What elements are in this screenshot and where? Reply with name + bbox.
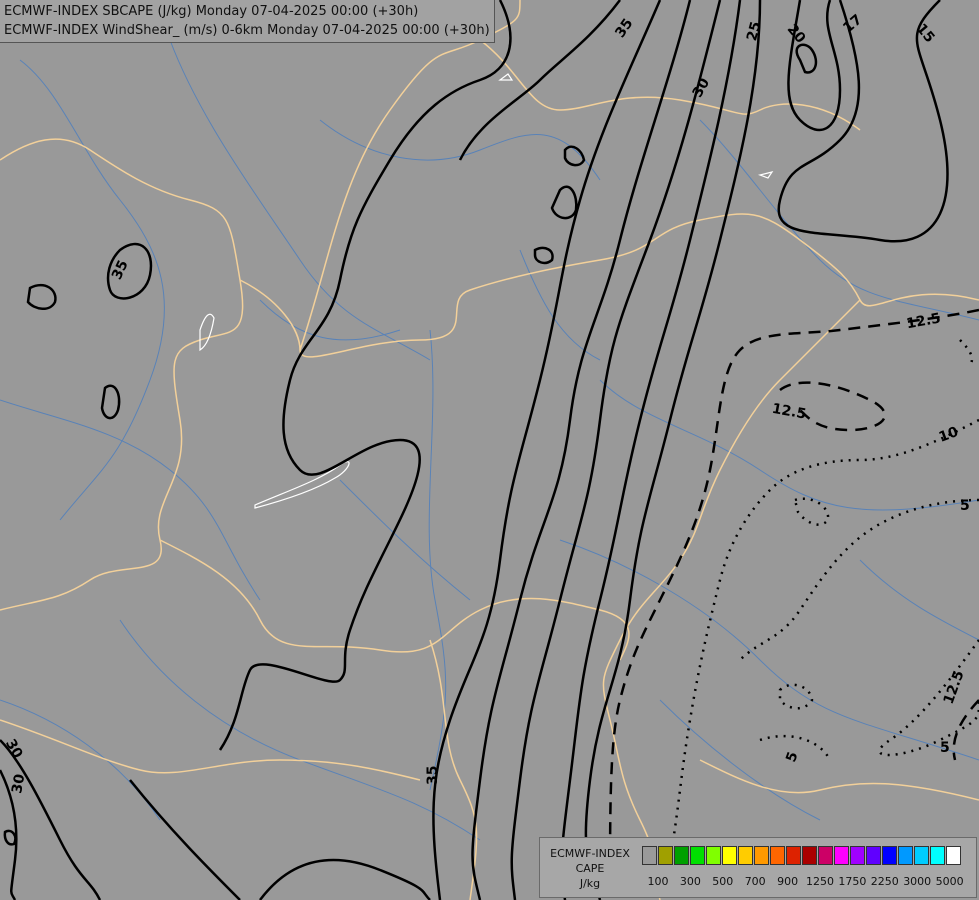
river [169, 39, 431, 361]
title-line-cape: ECMWF-INDEX SBCAPE (J/kg) Monday 07-04-2… [4, 4, 419, 19]
border [299, 0, 521, 351]
legend-swatch [914, 846, 929, 865]
contour-label: 30 [9, 773, 28, 795]
legend-swatch [802, 846, 817, 865]
cape-contour [129, 779, 241, 900]
windshear-contour [952, 699, 979, 761]
contour-label: 35 [425, 766, 441, 785]
legend-tick-label: 2250 [870, 875, 899, 888]
legend-swatch [882, 846, 897, 865]
legend-swatch [786, 846, 801, 865]
cape-contour [533, 246, 554, 265]
cape-contour [795, 43, 818, 74]
legend-tick-label: 1750 [838, 875, 867, 888]
cape-contour [471, 0, 692, 900]
legend-title: ECMWF-INDEX CAPE J/kg [544, 846, 636, 891]
river [259, 299, 401, 341]
legend-swatch [770, 846, 785, 865]
river [599, 379, 979, 511]
legend-tick-label: 1250 [806, 875, 834, 888]
legend-swatch [658, 846, 673, 865]
legend-tick-label: 500 [712, 875, 734, 888]
river [119, 619, 481, 841]
legend-swatch [818, 846, 833, 865]
contour-label: 30 [2, 736, 26, 761]
legend-title-line1: ECMWF-INDEX [550, 847, 630, 860]
cape-legend: ECMWF-INDEX CAPE J/kg 100 300 500 700 900 125… [539, 837, 977, 898]
border [602, 299, 861, 900]
border [479, 39, 861, 131]
legend-tick-label: 700 [744, 875, 766, 888]
contour-label: 10 [937, 424, 961, 446]
cape-contour [100, 384, 121, 420]
windshear-contour [739, 498, 979, 661]
legend-swatch [834, 846, 849, 865]
river [559, 539, 979, 761]
borders-layer [0, 0, 979, 900]
legend-tick-labels: 100 300 500 700 900 1250 1750 2250 3000 5000 [638, 875, 974, 889]
legend-tick-label: 900 [777, 875, 799, 888]
cape-contour [3, 829, 17, 846]
legend-swatch [722, 846, 737, 865]
contour-label: 30 [690, 75, 714, 100]
river [339, 479, 471, 601]
river [0, 399, 261, 601]
cape-contour [259, 858, 431, 900]
legend-swatch [674, 846, 689, 865]
map-title-box: ECMWF-INDEX SBCAPE (J/kg) Monday 07-04-2… [0, 0, 495, 43]
weather-map: 35 25 20 17 15 30 35 12.5 12.5 10 5 5 12… [0, 0, 979, 900]
legend-tick-label: 100 [647, 875, 669, 888]
border [699, 759, 979, 801]
river [859, 559, 979, 641]
contour-label: 12.5 [941, 668, 968, 706]
lake [498, 73, 514, 81]
river [319, 119, 601, 181]
legend-swatch [706, 846, 721, 865]
map-canvas: 35 25 20 17 15 30 35 12.5 12.5 10 5 5 12… [0, 0, 979, 900]
lake [199, 313, 215, 352]
river [0, 699, 161, 821]
legend-tick-label: 300 [679, 875, 701, 888]
legend-swatch [754, 846, 769, 865]
lake [757, 171, 774, 179]
lake [254, 461, 350, 509]
legend-swatch [946, 846, 961, 865]
windshear-contour [668, 418, 979, 861]
windshear-contour [959, 339, 974, 366]
windshear-contour [608, 308, 979, 900]
title-line-windshear: ECMWF-INDEX WindShear_ (m/s) 0-6km Monda… [4, 23, 490, 38]
legend-title-line3: J/kg [579, 877, 601, 890]
legend-swatch [642, 846, 657, 865]
cape-contour [787, 0, 842, 132]
legend-title-line2: CAPE [575, 862, 605, 875]
cape-contour [26, 283, 57, 310]
contour-label: 12.5 [771, 401, 808, 423]
legend-swatch [866, 846, 881, 865]
windshear-contour [778, 683, 814, 710]
contour-label: 5 [783, 750, 801, 765]
border [159, 539, 630, 661]
cape-contours [0, 0, 949, 900]
legend-tick-label: 5000 [935, 875, 964, 888]
contour-label: 25 [744, 20, 764, 43]
windshear-contours [608, 308, 979, 900]
contour-label: 35 [612, 16, 636, 41]
windshear-contour [878, 639, 979, 757]
legend-swatch [930, 846, 945, 865]
legend-swatch [898, 846, 913, 865]
river [428, 329, 447, 791]
legend-swatch [738, 846, 753, 865]
contour-label: 20 [784, 21, 809, 46]
legend-swatch [850, 846, 865, 865]
windshear-contour [793, 497, 830, 526]
cape-contour [218, 0, 512, 751]
legend-swatch [690, 846, 705, 865]
legend-tick-label: 3000 [903, 875, 932, 888]
contour-label: 12.5 [905, 311, 942, 333]
contour-label: 5 [940, 740, 950, 756]
border [0, 138, 244, 611]
contour-label: 5 [960, 498, 970, 514]
cape-contour [550, 185, 578, 220]
legend-color-scale [642, 846, 962, 865]
